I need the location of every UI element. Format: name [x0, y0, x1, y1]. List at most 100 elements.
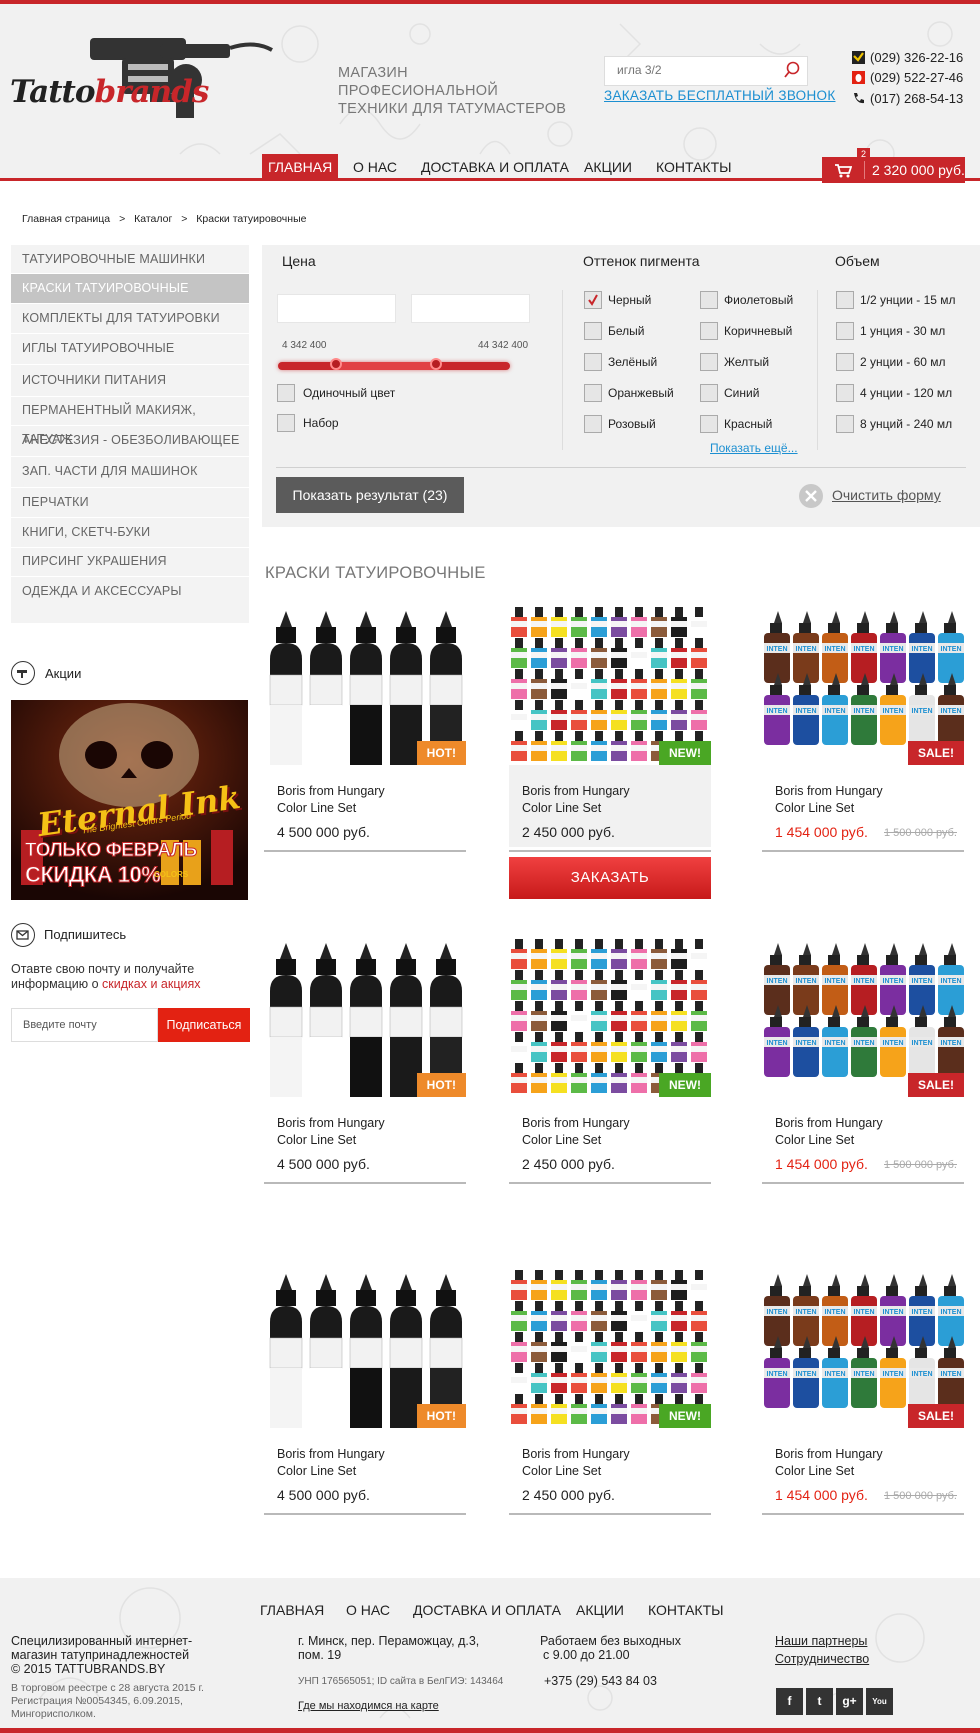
product-card[interactable]: NEW! Boris from Hungary Color Line Set 2 45… — [509, 1270, 711, 1570]
volume-option-checkbox[interactable] — [836, 291, 854, 309]
pigment-option-checkbox[interactable] — [700, 322, 718, 340]
set-checkbox[interactable] — [277, 414, 295, 432]
breadcrumb-catalog[interactable]: Каталог — [134, 213, 172, 225]
google-plus-icon[interactable]: g+ — [836, 1688, 863, 1715]
nav-home[interactable]: ГЛАВНАЯ — [262, 154, 339, 180]
product-card[interactable]: HOT! Boris from Hungary Color Line Set 4 50… — [264, 607, 466, 907]
product-name[interactable]: Boris from Hungary Color Line Set — [775, 1446, 883, 1480]
pigment-option-checkbox[interactable] — [584, 322, 602, 340]
footer-nav-home[interactable]: ГЛАВНАЯ — [260, 1602, 324, 1618]
pigment-option-checkbox[interactable] — [700, 353, 718, 371]
product-name[interactable]: Boris from Hungary Color Line Set — [277, 1446, 385, 1480]
price-slider-max-handle[interactable] — [429, 358, 442, 370]
volume-option-checkbox[interactable] — [836, 353, 854, 371]
cart-total: 2 320 000 руб. — [872, 162, 965, 178]
sidebar-category-item[interactable]: ПЕРМАНЕНТНЫЙ МАКИЯЖ, ТАТУАЖ — [11, 396, 249, 446]
footer-partners-link[interactable]: Наши партнеры — [775, 1634, 867, 1648]
facebook-icon[interactable]: f — [776, 1688, 803, 1715]
price-slider-min-handle[interactable] — [330, 358, 342, 370]
sidebar-category-item[interactable]: КНИГИ, СКЕТЧ-БУКИ — [11, 517, 249, 547]
product-name[interactable]: Boris from Hungary Color Line Set — [522, 783, 630, 817]
footer-nav-contacts[interactable]: КОНТАКТЫ — [648, 1602, 724, 1618]
pigment-option-checkbox[interactable] — [700, 415, 718, 433]
product-image-wrap[interactable]: HOT! — [264, 1270, 466, 1428]
product-card[interactable]: HOT! Boris from Hungary Color Line Set 4 50… — [264, 939, 466, 1239]
nav-promotions[interactable]: АКЦИИ — [584, 154, 632, 180]
pigment-option-checkbox[interactable] — [700, 384, 718, 402]
volume-option-checkbox[interactable] — [836, 322, 854, 340]
footer-map-link[interactable]: Где мы находимся на карте — [298, 1699, 439, 1713]
sidebar-category-item[interactable]: ИСТОЧНИКИ ПИТАНИЯ — [11, 364, 249, 396]
logo-text[interactable]: Tattobrands — [10, 74, 209, 110]
price-min-input[interactable] — [277, 294, 396, 323]
product-card[interactable]: HOT! Boris from Hungary Color Line Set 4 50… — [264, 1270, 466, 1570]
product-image-wrap[interactable]: INTEN INTEN INTEN INTEN INTEN INTEN INTEN INTEN… — [762, 939, 964, 1097]
sidebar-category-item[interactable]: ПИРСИНГ УКРАШЕНИЯ — [11, 547, 249, 576]
product-image-wrap[interactable]: HOT! — [264, 939, 466, 1097]
phone-velcom[interactable]: (029) 326-22-16 — [870, 50, 963, 65]
footer-cooperation-link[interactable]: Сотрудничество — [775, 1652, 869, 1666]
product-card[interactable]: NEW! Boris from Hungary Color Line Set 2 45… — [509, 939, 711, 1239]
product-card[interactable]: INTEN INTEN INTEN INTEN INTEN INTEN INTEN INTEN… — [762, 1270, 964, 1570]
product-image-wrap[interactable]: NEW! — [509, 607, 711, 765]
twitter-icon[interactable]: t — [806, 1688, 833, 1715]
product-name[interactable]: Boris from Hungary Color Line Set — [522, 1446, 630, 1480]
product-name[interactable]: Boris from Hungary Color Line Set — [277, 783, 385, 817]
search-input[interactable] — [605, 57, 787, 83]
promo-title[interactable]: Акции — [45, 666, 81, 681]
product-image-wrap[interactable]: NEW! — [509, 1270, 711, 1428]
eternal-ink-banner[interactable]: Eternal Ink The Brightest Colors Period … — [11, 700, 248, 900]
product-card[interactable]: INTEN INTEN INTEN INTEN INTEN INTEN INTEN INTEN… — [762, 939, 964, 1239]
sidebar-category-item[interactable]: ИГЛЫ ТАТУИРОВОЧНЫЕ — [11, 333, 249, 364]
callback-link[interactable]: ЗАКАЗАТЬ БЕСПЛАТНЫЙ ЗВОНОК — [604, 88, 836, 103]
product-name[interactable]: Boris from Hungary Color Line Set — [775, 1115, 883, 1149]
pigment-option-checkbox[interactable] — [584, 291, 602, 309]
footer-nav-promotions[interactable]: АКЦИИ — [576, 1602, 624, 1618]
pigment-option-checkbox[interactable] — [584, 415, 602, 433]
search-icon[interactable] — [783, 61, 801, 79]
product-image-wrap[interactable]: INTEN INTEN INTEN INTEN INTEN INTEN INTEN INTEN… — [762, 1270, 964, 1428]
footer-nav-about[interactable]: О НАС — [346, 1602, 390, 1618]
order-button[interactable]: ЗАКАЗАТЬ — [509, 857, 711, 899]
product-card[interactable]: NEW! Boris from Hungary Color Line Set 2 45… — [509, 607, 711, 907]
product-name[interactable]: Boris from Hungary Color Line Set — [277, 1115, 385, 1149]
phone-landline[interactable]: (017) 268-54-13 — [870, 91, 963, 106]
product-name[interactable]: Boris from Hungary Color Line Set — [522, 1115, 630, 1149]
pigment-option-checkbox[interactable] — [584, 353, 602, 371]
nav-delivery[interactable]: ДОСТАВКА И ОПЛАТА — [421, 154, 569, 180]
sidebar-category-item[interactable]: АНЕСТЕЗИЯ - ОБЕЗБОЛИВАЮЩЕЕ — [11, 425, 249, 456]
subscribe-text-highlight[interactable]: скидках и акциях — [102, 977, 200, 991]
product-name-line: Boris from Hungary — [522, 784, 630, 798]
single-color-checkbox[interactable] — [277, 384, 295, 402]
sidebar-category-item[interactable]: ОДЕЖДА И АКСЕССУАРЫ — [11, 576, 249, 606]
cart-button[interactable]: 2 2 320 000 руб. — [822, 148, 965, 183]
sidebar-category-item[interactable]: КРАСКИ ТАТУИРОВОЧНЫЕ — [11, 273, 249, 303]
youtube-icon[interactable]: You — [866, 1688, 893, 1715]
pigment-option-checkbox[interactable] — [700, 291, 718, 309]
show-results-button[interactable]: Показать результат (23) — [276, 477, 464, 513]
nav-about[interactable]: О НАС — [353, 154, 397, 180]
clear-form-link[interactable]: Очистить форму — [832, 487, 941, 503]
subscribe-button[interactable]: Подписаться — [158, 1008, 250, 1042]
email-field[interactable]: Введите почту — [11, 1008, 158, 1042]
sidebar-category-item[interactable]: ПЕРЧАТКИ — [11, 487, 249, 517]
footer-phone[interactable]: +375 (29) 543 84 03 — [544, 1674, 657, 1688]
breadcrumb-home[interactable]: Главная страница — [22, 213, 110, 225]
volume-option-checkbox[interactable] — [836, 415, 854, 433]
product-image-wrap[interactable]: NEW! — [509, 939, 711, 1097]
nav-contacts[interactable]: КОНТАКТЫ — [656, 154, 732, 180]
phone-mts[interactable]: (029) 522-27-46 — [870, 70, 963, 85]
sidebar-category-item[interactable]: ЗАП. ЧАСТИ ДЛЯ МАШИНОК — [11, 456, 249, 487]
sidebar-category-item[interactable]: КОМПЛЕКТЫ ДЛЯ ТАТУИРОВКИ — [11, 303, 249, 333]
pigment-option-checkbox[interactable] — [584, 384, 602, 402]
footer-nav-delivery[interactable]: ДОСТАВКА И ОПЛАТА — [413, 1602, 561, 1618]
show-more-link[interactable]: Показать ещё... — [710, 441, 798, 455]
product-card[interactable]: INTEN INTEN INTEN INTEN INTEN INTEN INTEN INTEN… — [762, 607, 964, 907]
clear-icon[interactable] — [798, 483, 824, 509]
volume-option-checkbox[interactable] — [836, 384, 854, 402]
price-max-input[interactable] — [411, 294, 530, 323]
product-name[interactable]: Boris from Hungary Color Line Set — [775, 783, 883, 817]
product-image-wrap[interactable]: INTEN INTEN INTEN INTEN INTEN INTEN INTEN INTEN… — [762, 607, 964, 765]
product-image-wrap[interactable]: HOT! — [264, 607, 466, 765]
sidebar-category-item[interactable]: ТАТУИРОВОЧНЫЕ МАШИНКИ — [11, 245, 249, 273]
